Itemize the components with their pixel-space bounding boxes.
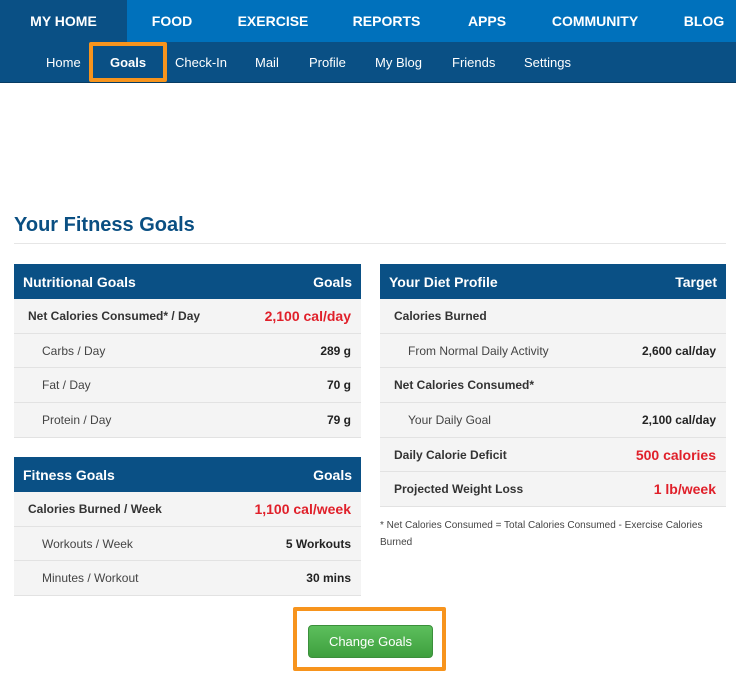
row-label: Fat / Day bbox=[42, 378, 91, 393]
row-label: Protein / Day bbox=[42, 412, 112, 427]
footnote: * Net Calories Consumed = Total Calories… bbox=[380, 520, 703, 548]
table-row: Calories Burned / Week 1,100 cal/week bbox=[14, 492, 361, 527]
topnav-blog[interactable]: BLOG bbox=[660, 0, 736, 42]
row-label: Carbs / Day bbox=[42, 343, 106, 358]
topnav-reports[interactable]: REPORTS bbox=[329, 0, 444, 42]
topnav-food[interactable]: FOOD bbox=[127, 0, 217, 42]
table-row: Carbs / Day 289 g bbox=[14, 334, 361, 369]
goals-highlight-box bbox=[89, 42, 167, 82]
subnav-settings[interactable]: Settings bbox=[524, 42, 571, 83]
row-label: Calories Burned / Week bbox=[28, 501, 162, 516]
row-value: 500 calories bbox=[635, 446, 716, 463]
row-value: 1 lb/week bbox=[653, 481, 716, 498]
row-value: 70 g bbox=[326, 378, 351, 393]
row-value: 2,600 cal/day bbox=[641, 343, 716, 358]
subnav-my-blog[interactable]: My Blog bbox=[375, 42, 422, 83]
table-row: Net Calories Consumed* bbox=[380, 368, 726, 404]
table-row: Your Daily Goal 2,100 cal/day bbox=[380, 403, 726, 438]
panel-column: Target bbox=[675, 273, 717, 290]
table-row: Protein / Day 79 g bbox=[14, 403, 361, 438]
row-value: 2,100 cal/day bbox=[641, 412, 716, 427]
panel-header: Your Diet Profile Target bbox=[380, 264, 726, 299]
table-row: Calories Burned bbox=[380, 299, 726, 334]
table-row: Fat / Day 70 g bbox=[14, 368, 361, 404]
nutritional-goals-panel: Nutritional Goals Goals Net Calories Con… bbox=[14, 264, 361, 438]
subnav-check-in[interactable]: Check-In bbox=[175, 42, 227, 83]
topnav-apps[interactable]: APPS bbox=[444, 0, 530, 42]
topnav-my-home[interactable]: MY HOME bbox=[0, 0, 127, 42]
row-value: 30 mins bbox=[306, 571, 351, 586]
subnav-home[interactable]: Home bbox=[46, 42, 81, 83]
table-row: Minutes / Workout 30 mins bbox=[14, 561, 361, 597]
table-row: Net Calories Consumed* / Day 2,100 cal/d… bbox=[14, 299, 361, 334]
table-row: From Normal Daily Activity 2,600 cal/day bbox=[380, 334, 726, 369]
panel-header: Nutritional Goals Goals bbox=[14, 264, 361, 299]
panel-column: Goals bbox=[313, 466, 352, 483]
fitness-goals-panel: Fitness Goals Goals Calories Burned / We… bbox=[14, 457, 361, 597]
row-value: 5 Workouts bbox=[285, 536, 351, 551]
table-row: Workouts / Week 5 Workouts bbox=[14, 527, 361, 562]
subnav-friends[interactable]: Friends bbox=[452, 42, 495, 83]
topnav-exercise[interactable]: EXERCISE bbox=[217, 0, 329, 42]
row-label: Daily Calorie Deficit bbox=[394, 447, 507, 462]
row-label: Projected Weight Loss bbox=[394, 482, 524, 497]
row-label: Net Calories Consumed* bbox=[394, 378, 535, 393]
page-title: Your Fitness Goals bbox=[14, 214, 195, 236]
row-label: Your Daily Goal bbox=[408, 412, 491, 427]
panel-header: Fitness Goals Goals bbox=[14, 457, 361, 492]
row-label: From Normal Daily Activity bbox=[408, 343, 549, 358]
topnav-community[interactable]: COMMUNITY bbox=[530, 0, 660, 42]
title-divider bbox=[14, 243, 726, 244]
diet-profile-panel: Your Diet Profile Target Calories Burned… bbox=[380, 264, 726, 508]
row-label: Workouts / Week bbox=[42, 536, 133, 551]
panel-title: Your Diet Profile bbox=[389, 273, 498, 290]
panel-column: Goals bbox=[313, 273, 352, 290]
subnav-mail[interactable]: Mail bbox=[255, 42, 279, 83]
top-nav: MY HOME FOOD EXERCISE REPORTS APPS COMMU… bbox=[0, 0, 736, 42]
row-label: Minutes / Workout bbox=[42, 571, 139, 586]
subnav-profile[interactable]: Profile bbox=[309, 42, 346, 83]
table-row: Projected Weight Loss 1 lb/week bbox=[380, 472, 726, 508]
row-value: 289 g bbox=[320, 343, 351, 358]
table-row: Daily Calorie Deficit 500 calories bbox=[380, 438, 726, 473]
row-value: 79 g bbox=[326, 412, 351, 427]
row-value: 1,100 cal/week bbox=[254, 500, 351, 517]
panel-title: Nutritional Goals bbox=[23, 273, 136, 290]
change-goals-button[interactable]: Change Goals bbox=[308, 625, 433, 658]
row-value: 2,100 cal/day bbox=[264, 307, 351, 324]
panel-title: Fitness Goals bbox=[23, 466, 115, 483]
row-label: Calories Burned bbox=[394, 308, 487, 323]
row-label: Net Calories Consumed* / Day bbox=[28, 308, 201, 323]
